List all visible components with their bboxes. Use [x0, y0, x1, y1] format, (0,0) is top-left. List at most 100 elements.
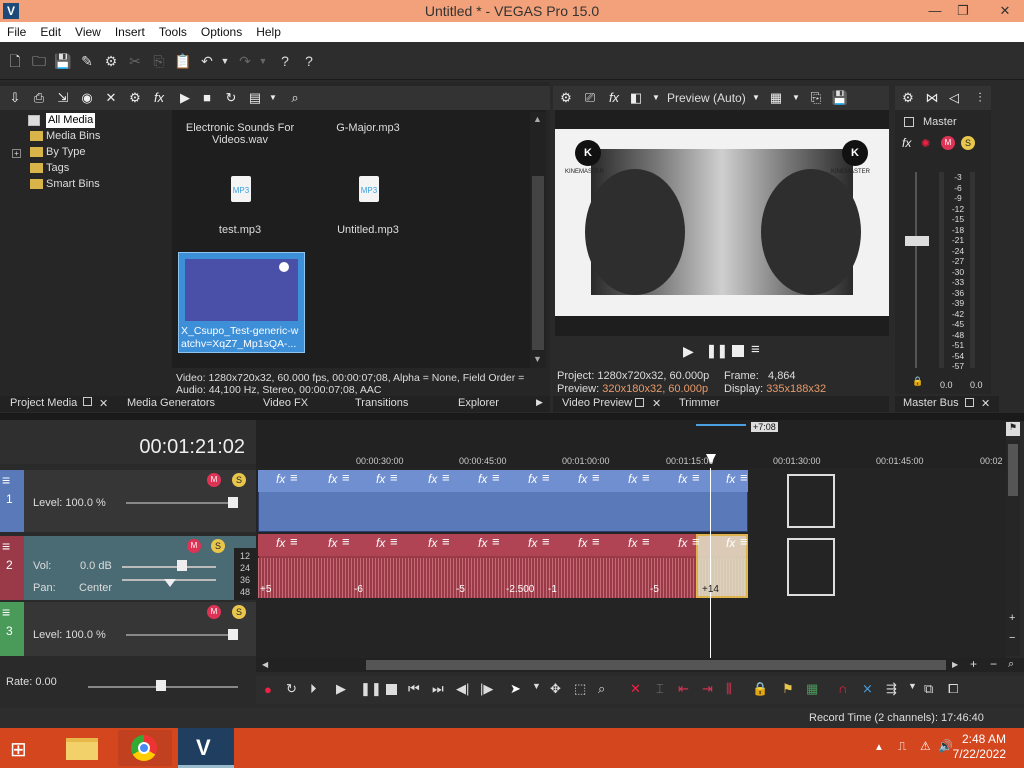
tab-trimmer[interactable]: Trimmer	[679, 397, 720, 409]
event-menu-icon[interactable]: ≡	[342, 470, 350, 485]
vegas-taskbar-button[interactable]: V	[178, 728, 234, 768]
event-fx-icon[interactable]: fx	[428, 536, 437, 550]
network-icon[interactable]: ⎍	[898, 739, 906, 754]
pause-icon[interactable]: ❚❚	[360, 681, 382, 697]
remove-icon[interactable]: ✕	[102, 89, 120, 107]
event-menu-icon[interactable]: ≡	[390, 534, 398, 549]
track-header-video-1[interactable]: ≡ 1 M S Level: 100.0 %	[0, 470, 256, 532]
edit-tool-dropdown-icon[interactable]: ▼	[532, 681, 541, 691]
event-fx-icon[interactable]: fx	[628, 536, 637, 550]
play-icon[interactable]: ▶	[336, 681, 346, 697]
tab-media-generators[interactable]: Media Generators	[127, 397, 215, 409]
close-button[interactable]: ✕	[986, 0, 1024, 22]
media-fx-icon[interactable]: fx	[150, 89, 168, 107]
loop-playback-icon[interactable]: ↻	[286, 681, 297, 697]
track-menu-icon[interactable]: ≡	[2, 604, 10, 620]
previous-frame-icon[interactable]: ◀|	[456, 681, 469, 697]
menu-view[interactable]: View	[68, 22, 108, 39]
media-file-untitled[interactable]: Untitled.mp3	[308, 224, 428, 236]
level-slider-handle[interactable]	[228, 629, 238, 640]
media-scrollbar[interactable]: ▲ ▼	[530, 112, 546, 368]
event-fx-icon[interactable]: fx	[528, 536, 537, 550]
save-snapshot-icon[interactable]: 💾	[831, 89, 849, 107]
pan-slider-handle[interactable]	[164, 579, 176, 587]
empty-event-box[interactable]	[787, 538, 835, 596]
go-to-start-icon[interactable]: ⏮	[408, 681, 420, 697]
track-solo-icon[interactable]: S	[211, 539, 225, 553]
master-checkbox[interactable]	[904, 117, 914, 127]
track-menu-icon[interactable]: ≡	[2, 472, 10, 488]
open-folder-icon[interactable]: 🗀	[30, 52, 48, 70]
preview-pause-icon[interactable]: ❚❚	[706, 343, 728, 359]
properties-gear-icon[interactable]: ⚙	[102, 52, 120, 70]
vscroll-thumb[interactable]	[1008, 444, 1018, 496]
event-menu-icon[interactable]: ≡	[642, 470, 650, 485]
split-icon[interactable]: ⫼	[726, 681, 732, 697]
horizontal-scrollbar[interactable]: ◀ ▶ + − ⌕	[256, 657, 1024, 672]
media-file-g-major[interactable]: G-Major.mp3	[308, 122, 428, 134]
get-media-icon[interactable]: ⇲	[54, 89, 72, 107]
stop-icon[interactable]: ■	[198, 89, 216, 107]
track-solo-icon[interactable]: S	[232, 473, 246, 487]
event-menu-icon[interactable]: ≡	[592, 470, 600, 485]
auto-ripple-icon[interactable]: ⇶	[886, 681, 897, 697]
file-explorer-icon[interactable]	[56, 730, 106, 766]
lock-event-icon[interactable]: 🔒	[752, 681, 768, 697]
views-dropdown-icon[interactable]: ▼	[264, 89, 282, 107]
event-menu-icon[interactable]: ≡	[542, 534, 550, 549]
new-file-icon[interactable]: 🗋	[6, 52, 24, 70]
rate-slider-handle[interactable]	[156, 680, 166, 691]
marker-flag-icon[interactable]: ⚑	[1006, 422, 1020, 436]
preview-menu-icon[interactable]: ≡	[751, 341, 760, 358]
event-fx-icon[interactable]: fx	[726, 536, 735, 550]
event-fx-icon[interactable]: fx	[328, 472, 337, 486]
master-mute-icon[interactable]: M	[941, 136, 955, 150]
minimize-button[interactable]: —	[920, 0, 950, 22]
overlays-dropdown-icon[interactable]: ▼	[787, 89, 805, 107]
event-fx-icon[interactable]: fx	[328, 536, 337, 550]
master-solo-icon[interactable]: S	[961, 136, 975, 150]
selection-tool-icon[interactable]: ⬚	[574, 681, 586, 697]
clock[interactable]: 2:48 AM 7/22/2022	[950, 732, 1006, 762]
menu-tools[interactable]: Tools	[152, 22, 194, 39]
master-fx-icon[interactable]: fx	[902, 136, 911, 150]
trim-icon[interactable]: ⌶	[656, 681, 664, 697]
tab-explorer[interactable]: Explorer	[458, 397, 499, 409]
save-as-icon[interactable]: ✎	[78, 52, 96, 70]
media-file-electronic-sounds[interactable]: Electronic Sounds For Videos.wav	[180, 122, 300, 146]
event-menu-icon[interactable]: ≡	[342, 534, 350, 549]
redo-dropdown-icon[interactable]: ▼	[254, 52, 272, 70]
ripple-dropdown-icon[interactable]: ▼	[908, 681, 917, 691]
hscroll-right-icon[interactable]: ▶	[952, 660, 958, 669]
event-fx-icon[interactable]: fx	[678, 536, 687, 550]
lock-icon[interactable]: 🔒	[912, 376, 923, 387]
quality-dropdown-icon[interactable]: ▼	[747, 89, 765, 107]
event-fx-icon[interactable]: fx	[578, 536, 587, 550]
zoom-in-icon[interactable]: +	[970, 657, 977, 671]
trim-start-icon[interactable]: ⇤	[678, 681, 689, 697]
preview-quality-select[interactable]: Preview (Auto)	[667, 91, 746, 105]
menu-insert[interactable]: Insert	[108, 22, 152, 39]
empty-event-box[interactable]	[787, 474, 835, 528]
event-fx-icon[interactable]: fx	[478, 536, 487, 550]
event-menu-icon[interactable]: ≡	[492, 470, 500, 485]
preview-stop-icon[interactable]	[732, 345, 744, 357]
mixer-icon[interactable]: ⫶	[971, 89, 989, 107]
vol-slider-handle[interactable]	[177, 560, 187, 571]
lock-envelopes-icon[interactable]: ⧉	[924, 681, 933, 697]
event-menu-icon[interactable]: ≡	[692, 534, 700, 549]
tab-video-preview[interactable]: Video Preview	[562, 397, 632, 409]
track-header-audio-2[interactable]: ≡ 2 M S Vol: 0.0 dB Pan: Center 12 24 36…	[0, 536, 256, 600]
track-menu-icon[interactable]: ≡	[2, 538, 10, 554]
event-menu-icon[interactable]: ≡	[290, 470, 298, 485]
downmix-icon[interactable]: ⋈	[923, 89, 941, 107]
redo-icon[interactable]: ↷	[236, 52, 254, 70]
web-icon[interactable]: ◉	[78, 89, 96, 107]
tab-video-fx[interactable]: Video FX	[263, 397, 308, 409]
network-status-icon[interactable]: ⚠	[920, 739, 931, 753]
zoom-out-icon[interactable]: −	[990, 657, 997, 671]
copy-snapshot-icon[interactable]: ⎘	[807, 89, 825, 107]
event-menu-icon[interactable]: ≡	[692, 470, 700, 485]
snapping-icon[interactable]: ∩	[838, 681, 847, 696]
zoom-in-vertical-icon[interactable]: +	[1009, 612, 1015, 624]
